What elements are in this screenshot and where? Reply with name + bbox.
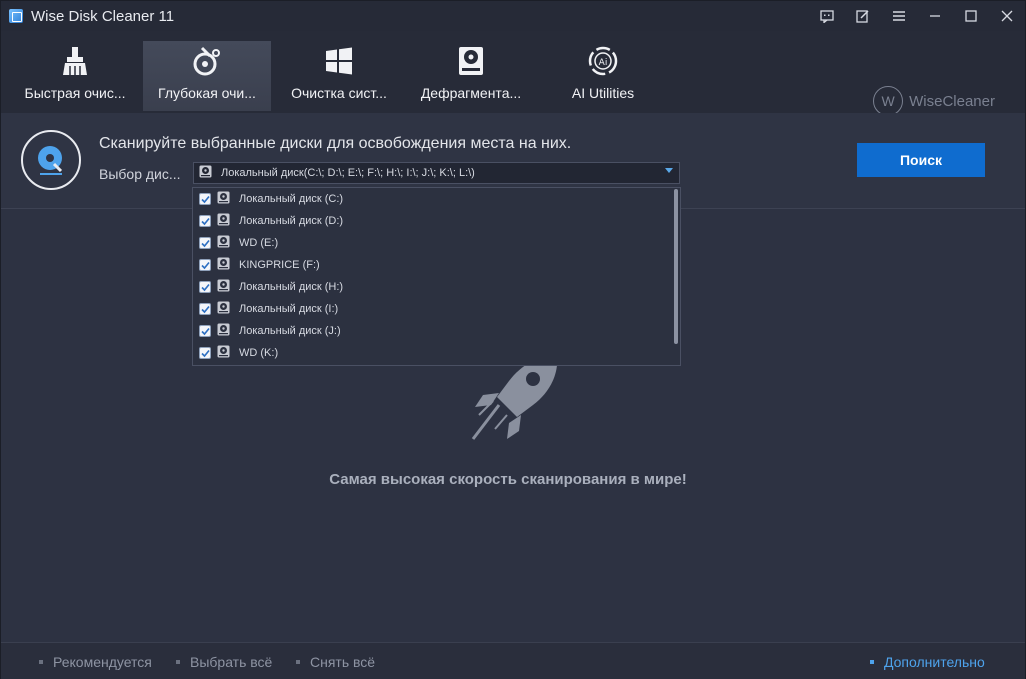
main-toolbar: Быстрая очис... Глубокая очи... Очистка … [1, 31, 1025, 116]
ai-icon: Ai [587, 45, 619, 77]
checkbox[interactable] [199, 303, 211, 315]
tab-label: Очистка сист... [291, 85, 387, 101]
disk-defrag-icon [455, 45, 487, 77]
select-all-label: Выбрать всё [190, 654, 273, 670]
edit-icon[interactable] [845, 1, 881, 31]
checkbox[interactable] [199, 347, 211, 359]
feedback-icon[interactable] [809, 1, 845, 31]
deep-clean-icon [191, 45, 223, 77]
checkbox[interactable] [199, 281, 211, 293]
drive-item[interactable]: Локальный диск (I:) [199, 298, 338, 320]
broom-icon [59, 45, 91, 77]
drive-item[interactable]: KINGPRICE (F:) [199, 254, 320, 276]
brand-logo-icon: W [873, 86, 904, 116]
hard-drive-icon [217, 213, 230, 229]
app-window: Wise Disk Cleaner 11 Быстрая очис... Глу… [0, 0, 1026, 679]
tab-defrag[interactable]: Дефрагмента... [407, 41, 535, 111]
bullet-icon [296, 660, 300, 664]
minimize-button[interactable] [917, 1, 953, 31]
disk-scan-icon [21, 130, 81, 190]
drive-dropdown: Локальный диск (C:) Локальный диск (D:) … [192, 187, 681, 366]
tab-label: Быстрая очис... [24, 85, 126, 101]
hard-drive-icon [217, 235, 230, 251]
select-all-link[interactable]: Выбрать всё [176, 654, 272, 670]
app-icon [9, 9, 23, 23]
drive-item-label: KINGPRICE (F:) [239, 259, 320, 271]
tab-deep-clean[interactable]: Глубокая очи... [143, 41, 271, 111]
checkbox[interactable] [199, 325, 211, 337]
drive-item[interactable]: WD (K:) [199, 342, 278, 364]
chevron-down-icon[interactable] [665, 168, 673, 173]
tab-label: Дефрагмента... [420, 85, 522, 101]
bottom-bar: Рекомендуется Выбрать всё Снять всё Допо… [1, 642, 1025, 679]
search-button[interactable]: Поиск [857, 143, 985, 177]
checkbox[interactable] [199, 193, 211, 205]
rocket-icon [469, 353, 561, 448]
dropdown-scrollbar[interactable] [674, 189, 678, 344]
tab-label: AI Utilities [571, 85, 635, 101]
windows-icon [323, 45, 355, 77]
drive-item-label: WD (E:) [239, 237, 279, 249]
hard-drive-icon [217, 257, 230, 273]
more-label: Дополнительно [884, 654, 985, 670]
menu-icon[interactable] [881, 1, 917, 31]
deselect-all-label: Снять всё [310, 654, 376, 670]
svg-text:Ai: Ai [599, 58, 608, 68]
window-title: Wise Disk Cleaner 11 [31, 7, 175, 25]
recommended-link[interactable]: Рекомендуется [39, 654, 152, 670]
tab-label: Глубокая очи... [158, 85, 256, 101]
checkbox[interactable] [199, 237, 211, 249]
drive-item[interactable]: WD (E:) [199, 232, 278, 254]
close-button[interactable] [989, 1, 1025, 31]
hard-drive-icon [217, 345, 230, 361]
tab-system-clean[interactable]: Очистка сист... [275, 41, 403, 111]
checkbox[interactable] [199, 259, 211, 271]
drive-item-label: WD (K:) [239, 347, 279, 359]
tab-ai-utilities[interactable]: Ai AI Utilities [539, 41, 667, 111]
drive-item-label: Локальный диск (C:) [239, 193, 344, 205]
checkbox[interactable] [199, 215, 211, 227]
drive-item[interactable]: Локальный диск (C:) [199, 188, 343, 210]
main-message: Самая высокая скорость сканирования в ми… [329, 471, 687, 488]
tab-quick-clean[interactable]: Быстрая очис... [11, 41, 139, 111]
drive-item-label: Локальный диск (J:) [239, 325, 341, 337]
brand-name: WiseCleaner [909, 92, 995, 110]
title-bar: Wise Disk Cleaner 11 [1, 1, 1025, 31]
drive-item[interactable]: Локальный диск (D:) [199, 210, 343, 232]
wisecleaner-logo[interactable]: W WiseCleaner [873, 86, 995, 116]
deselect-all-link[interactable]: Снять всё [296, 654, 375, 670]
bullet-icon [39, 660, 43, 664]
window-controls [809, 1, 1025, 31]
drive-item-label: Локальный диск (H:) [239, 281, 344, 293]
hard-drive-icon [217, 279, 230, 295]
hard-drive-icon [217, 323, 230, 339]
bullet-icon [870, 660, 874, 664]
drive-item[interactable]: Локальный диск (H:) [199, 276, 343, 298]
hard-drive-icon [199, 165, 212, 181]
drive-select-value: Локальный диск(C:\; D:\; E:\; F:\; H:\; … [221, 167, 475, 179]
header-title: Сканируйте выбранные диски для освобожде… [99, 135, 572, 152]
drive-select[interactable]: Локальный диск(C:\; D:\; E:\; F:\; H:\; … [193, 162, 680, 184]
maximize-button[interactable] [953, 1, 989, 31]
hard-drive-icon [217, 191, 230, 207]
drive-item-label: Локальный диск (I:) [239, 303, 339, 315]
drive-item[interactable]: Локальный диск (J:) [199, 320, 341, 342]
drive-select-label: Выбор дис... [99, 166, 181, 182]
more-link[interactable]: Дополнительно [870, 654, 985, 670]
recommended-label: Рекомендуется [53, 654, 152, 670]
hard-drive-icon [217, 301, 230, 317]
drive-item-label: Локальный диск (D:) [239, 215, 344, 227]
bullet-icon [176, 660, 180, 664]
